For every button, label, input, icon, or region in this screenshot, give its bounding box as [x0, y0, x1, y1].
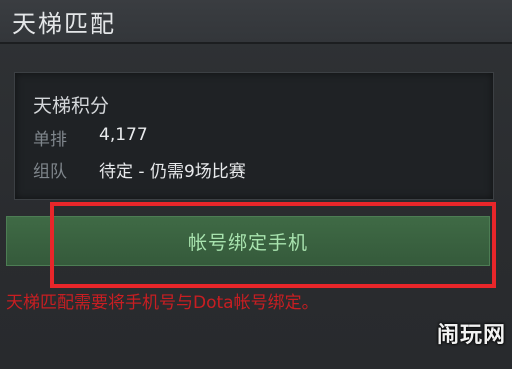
page-title: 天梯匹配 — [12, 10, 116, 38]
bind-phone-button-label: 帐号绑定手机 — [187, 231, 308, 254]
solo-label: 单排 — [33, 130, 67, 150]
rank-score-panel: 天梯积分 单排 4,177 组队 待定 - 仍需9场比赛 — [14, 72, 494, 200]
bind-phone-button[interactable]: 帐号绑定手机 — [6, 216, 490, 266]
party-label: 组队 — [33, 162, 67, 182]
solo-value: 4,177 — [99, 125, 148, 145]
phone-binding-notice: 天梯匹配需要将手机号与Dota帐号绑定。 — [6, 293, 319, 313]
party-value: 待定 - 仍需9场比赛 — [99, 162, 246, 182]
rank-score-title: 天梯积分 — [33, 95, 110, 117]
window-header: 天梯匹配 — [0, 0, 512, 44]
ranked-matchmaking-window: 天梯匹配 天梯积分 单排 4,177 组队 待定 - 仍需9场比赛 帐号绑定手机… — [0, 0, 512, 369]
site-watermark: 闹玩网 — [436, 323, 506, 348]
